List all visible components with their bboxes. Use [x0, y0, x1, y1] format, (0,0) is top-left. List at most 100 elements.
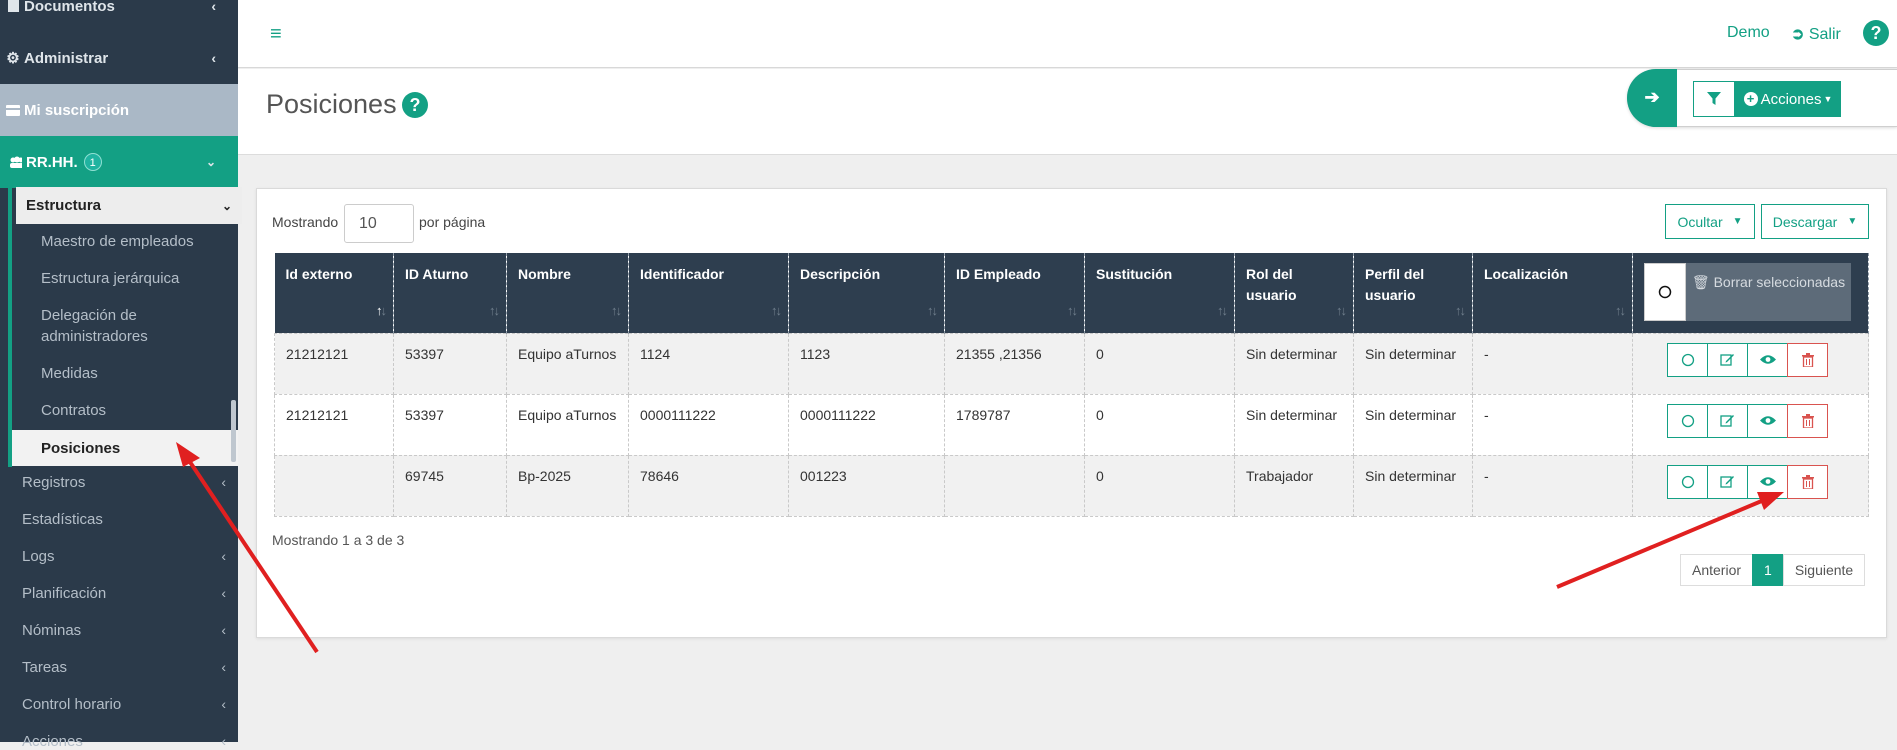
select-all-checkbox[interactable]: [1644, 263, 1686, 321]
table-cell: 001223: [788, 454, 945, 517]
select-row-button[interactable]: [1667, 403, 1708, 438]
view-button[interactable]: [1747, 342, 1788, 377]
sidebar-item-registros[interactable]: Registros ‹: [22, 474, 238, 491]
filter-button[interactable]: [1693, 81, 1735, 117]
descargar-label: Descargar: [1772, 213, 1838, 230]
sidebar-item-logs[interactable]: Logs ‹: [22, 548, 238, 565]
table-row: 69745 Bp-2025 78646 001223 0 Trabajador …: [274, 454, 1869, 517]
sidebar-item-control-horario[interactable]: Control horario ‹: [22, 696, 238, 713]
positions-table: Id externo ↑↓ ID Aturno ↑↓ Nombre ↑↓ Identi…: [274, 253, 1869, 517]
sidebar-item-medidas[interactable]: Medidas: [41, 363, 98, 384]
delete-button[interactable]: [1787, 403, 1828, 438]
table-cell: Bp-2025: [506, 454, 629, 517]
descargar-button[interactable]: Descargar ▼: [1761, 204, 1869, 239]
sidebar-item-label: Control horario: [22, 696, 122, 713]
delete-button[interactable]: [1787, 342, 1828, 377]
pagination-page[interactable]: 1: [1752, 554, 1784, 586]
logout-link[interactable]: ➲ Salir: [1791, 24, 1841, 44]
sidebar-item-estructura[interactable]: Estructura ⌄: [16, 187, 242, 224]
chevron-left-icon: ‹: [221, 659, 226, 675]
delete-button[interactable]: [1787, 464, 1828, 499]
hamburger-menu-icon[interactable]: ≡: [270, 23, 282, 46]
edit-button[interactable]: [1707, 464, 1748, 499]
sidebar-item-estadisticas[interactable]: Estadísticas: [22, 511, 238, 528]
sidebar-item-administrar[interactable]: ⚙ Administrar ‹: [0, 32, 238, 84]
sidebar-item-delegacion-line2[interactable]: administradores: [41, 326, 148, 347]
sort-icon: ↑↓: [611, 302, 622, 318]
chevron-down-icon: ⌄: [221, 198, 232, 213]
column-label: Id externo: [285, 266, 353, 282]
user-demo-link[interactable]: Demo: [1727, 24, 1770, 42]
select-row-button[interactable]: [1667, 464, 1708, 499]
column-label: Sustitución: [1096, 266, 1173, 282]
pagination-previous[interactable]: Anterior: [1680, 554, 1754, 586]
sidebar-item-planificacion[interactable]: Planificación ‹: [22, 585, 238, 602]
column-header[interactable]: Nombre ↑↓: [506, 253, 629, 333]
caret-down-icon: ▼: [1823, 94, 1833, 104]
sidebar-item-label: Planificación: [22, 585, 107, 602]
view-button[interactable]: [1747, 403, 1788, 438]
table-cell: -: [1472, 393, 1633, 456]
users-icon: [8, 155, 22, 169]
trash-icon: [1801, 352, 1814, 367]
ocultar-label: Ocultar: [1677, 213, 1723, 230]
column-header[interactable]: Descripción ↑↓: [788, 253, 945, 333]
help-icon[interactable]: ?: [402, 92, 428, 118]
sidebar-scrollbar[interactable]: [231, 400, 236, 462]
chevron-down-icon: ⌄: [205, 155, 216, 169]
column-header[interactable]: Localización ↑↓: [1472, 253, 1633, 333]
per-page-input[interactable]: [344, 204, 414, 243]
table-cell: Equipo aTurnos: [506, 393, 629, 456]
column-label: Identificador: [640, 266, 725, 282]
sidebar-item-delegacion[interactable]: Delegación de: [41, 305, 137, 326]
chevron-left-icon: ‹: [221, 622, 226, 638]
sort-icon: ↑↓: [771, 302, 782, 318]
table-cell: 1124: [628, 332, 789, 395]
sidebar-item-posiciones[interactable]: Posiciones: [12, 430, 238, 466]
table-cell: 53397: [393, 393, 507, 456]
table-cell: [944, 454, 1085, 517]
select-row-button[interactable]: [1667, 342, 1708, 377]
gear-icon: ⚙: [6, 50, 20, 67]
circle-icon: [1681, 414, 1694, 427]
filter-icon: [1707, 92, 1721, 105]
sidebar-item-label: Estadísticas: [22, 511, 103, 528]
table-cell: 1789787: [944, 393, 1085, 456]
sign-out-icon: ➲: [1791, 26, 1805, 43]
column-header[interactable]: ID Aturno ↑↓: [393, 253, 507, 333]
sidebar-item-label: Administrar: [24, 49, 109, 67]
ocultar-button[interactable]: Ocultar ▼: [1665, 204, 1755, 239]
sidebar-item-nominas[interactable]: Nóminas ‹: [22, 622, 238, 639]
acciones-label: Acciones: [1760, 90, 1822, 108]
chevron-left-icon: ‹: [221, 585, 226, 601]
column-header[interactable]: Perfil del usuario ↑↓: [1353, 253, 1473, 333]
acciones-dropdown-button[interactable]: + Acciones ▼: [1735, 81, 1841, 117]
pagination-next[interactable]: Siguiente: [1782, 554, 1866, 586]
borrar-seleccionadas-button[interactable]: 🗑 Borrar seleccionadas: [1686, 263, 1851, 321]
sidebar-item-suscripcion[interactable]: Mi suscripción: [0, 84, 238, 136]
sidebar-item-estructura-jerarquica[interactable]: Estructura jerárquica: [41, 268, 179, 289]
edit-button[interactable]: [1707, 342, 1748, 377]
sidebar-item-tareas[interactable]: Tareas ‹: [22, 659, 238, 676]
sidebar-item-maestro-empleados[interactable]: Maestro de empleados: [41, 231, 194, 252]
edit-button[interactable]: [1707, 403, 1748, 438]
table-cell: Sin determinar: [1234, 393, 1354, 456]
arrow-right-icon[interactable]: ➔: [1627, 69, 1677, 127]
view-button[interactable]: [1747, 464, 1788, 499]
table-info: Mostrando 1 a 3 de 3: [272, 532, 405, 548]
sidebar-item-documentos[interactable]: Documentos ‹: [0, 0, 238, 32]
column-header[interactable]: Identificador ↑↓: [628, 253, 789, 333]
top-navbar: [238, 0, 1897, 68]
sidebar-item-rrhh[interactable]: RR.HH. 1 ⌄: [0, 136, 238, 188]
column-header[interactable]: Rol del usuario ↑↓: [1234, 253, 1354, 333]
sort-icon: ↑↓: [376, 302, 387, 318]
column-header[interactable]: Sustitución ↑↓: [1084, 253, 1235, 333]
caret-down-icon: ▼: [1847, 216, 1858, 227]
column-header[interactable]: Id externo ↑↓: [274, 253, 394, 333]
sidebar-item-contratos[interactable]: Contratos: [41, 400, 106, 421]
table-cell: -: [1472, 454, 1633, 517]
table-cell: 78646: [628, 454, 789, 517]
caret-down-icon: ▼: [1732, 216, 1743, 227]
help-icon[interactable]: ?: [1863, 20, 1889, 46]
column-header[interactable]: ID Empleado ↑↓: [944, 253, 1085, 333]
